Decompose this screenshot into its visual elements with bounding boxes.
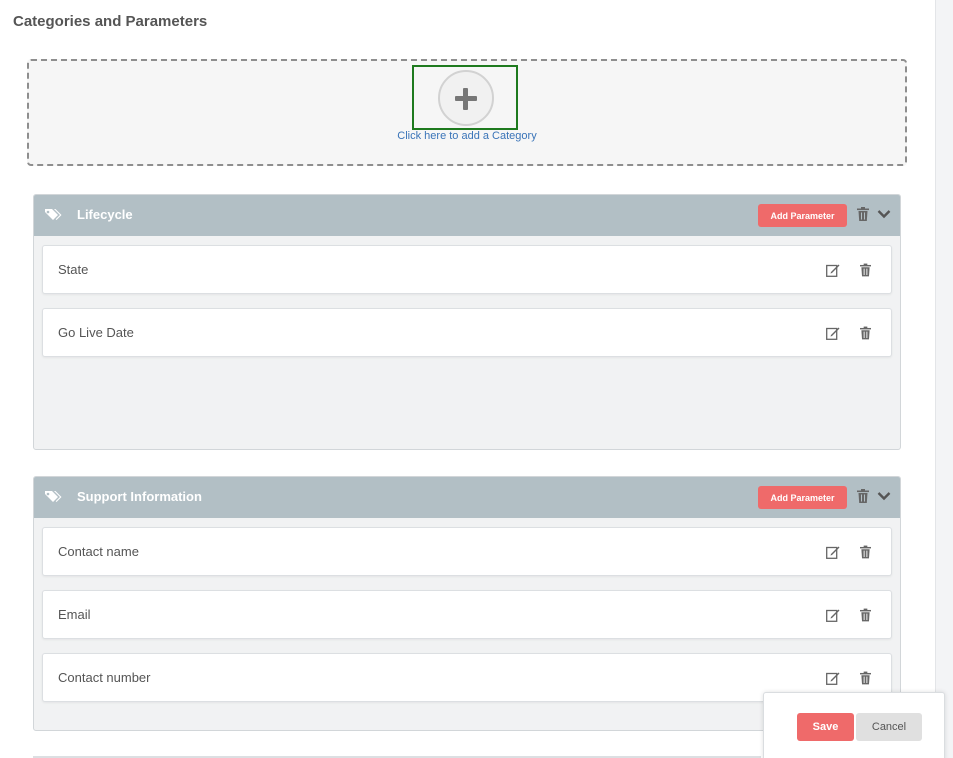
trash-icon[interactable] <box>860 326 871 340</box>
add-category-button[interactable] <box>412 65 518 130</box>
plus-circle-icon[interactable] <box>438 70 494 126</box>
category-header[interactable]: Support Information Add Parameter <box>34 477 900 518</box>
tags-icon <box>45 491 62 502</box>
edit-icon[interactable] <box>826 326 840 340</box>
trash-icon[interactable] <box>857 207 869 221</box>
add-category-zone[interactable]: Click here to add a Category <box>27 59 907 166</box>
chevron-down-icon[interactable] <box>877 490 891 502</box>
edit-icon[interactable] <box>826 545 840 559</box>
cancel-button[interactable]: Cancel <box>856 713 922 741</box>
add-parameter-button[interactable]: Add Parameter <box>758 204 847 227</box>
parameter-row: Contact name <box>42 527 892 576</box>
add-parameter-button[interactable]: Add Parameter <box>758 486 847 509</box>
parameter-label: Contact number <box>58 670 151 685</box>
action-footer: Save Cancel <box>763 692 945 758</box>
parameter-label: Contact name <box>58 544 139 559</box>
tags-icon <box>45 209 62 220</box>
trash-icon[interactable] <box>857 489 869 503</box>
parameter-row: State <box>42 245 892 294</box>
add-category-link[interactable]: Click here to add a Category <box>29 130 905 142</box>
category-title: Lifecycle <box>77 207 133 222</box>
parameter-row: Go Live Date <box>42 308 892 357</box>
chevron-down-icon[interactable] <box>877 208 891 220</box>
parameter-label: Go Live Date <box>58 325 134 340</box>
category-title: Support Information <box>77 489 202 504</box>
parameter-row: Email <box>42 590 892 639</box>
category-lifecycle: Lifecycle Add Parameter State Go Live Da… <box>33 194 901 450</box>
scrollbar[interactable] <box>935 0 953 758</box>
edit-icon[interactable] <box>826 263 840 277</box>
trash-icon[interactable] <box>860 671 871 685</box>
category-header[interactable]: Lifecycle Add Parameter <box>34 195 900 236</box>
parameter-label: State <box>58 262 89 277</box>
save-button[interactable]: Save <box>797 713 854 741</box>
parameter-label: Email <box>58 607 91 622</box>
page-title: Categories and Parameters <box>13 13 208 30</box>
trash-icon[interactable] <box>860 608 871 622</box>
trash-icon[interactable] <box>860 545 871 559</box>
trash-icon[interactable] <box>860 263 871 277</box>
edit-icon[interactable] <box>826 608 840 622</box>
edit-icon[interactable] <box>826 671 840 685</box>
